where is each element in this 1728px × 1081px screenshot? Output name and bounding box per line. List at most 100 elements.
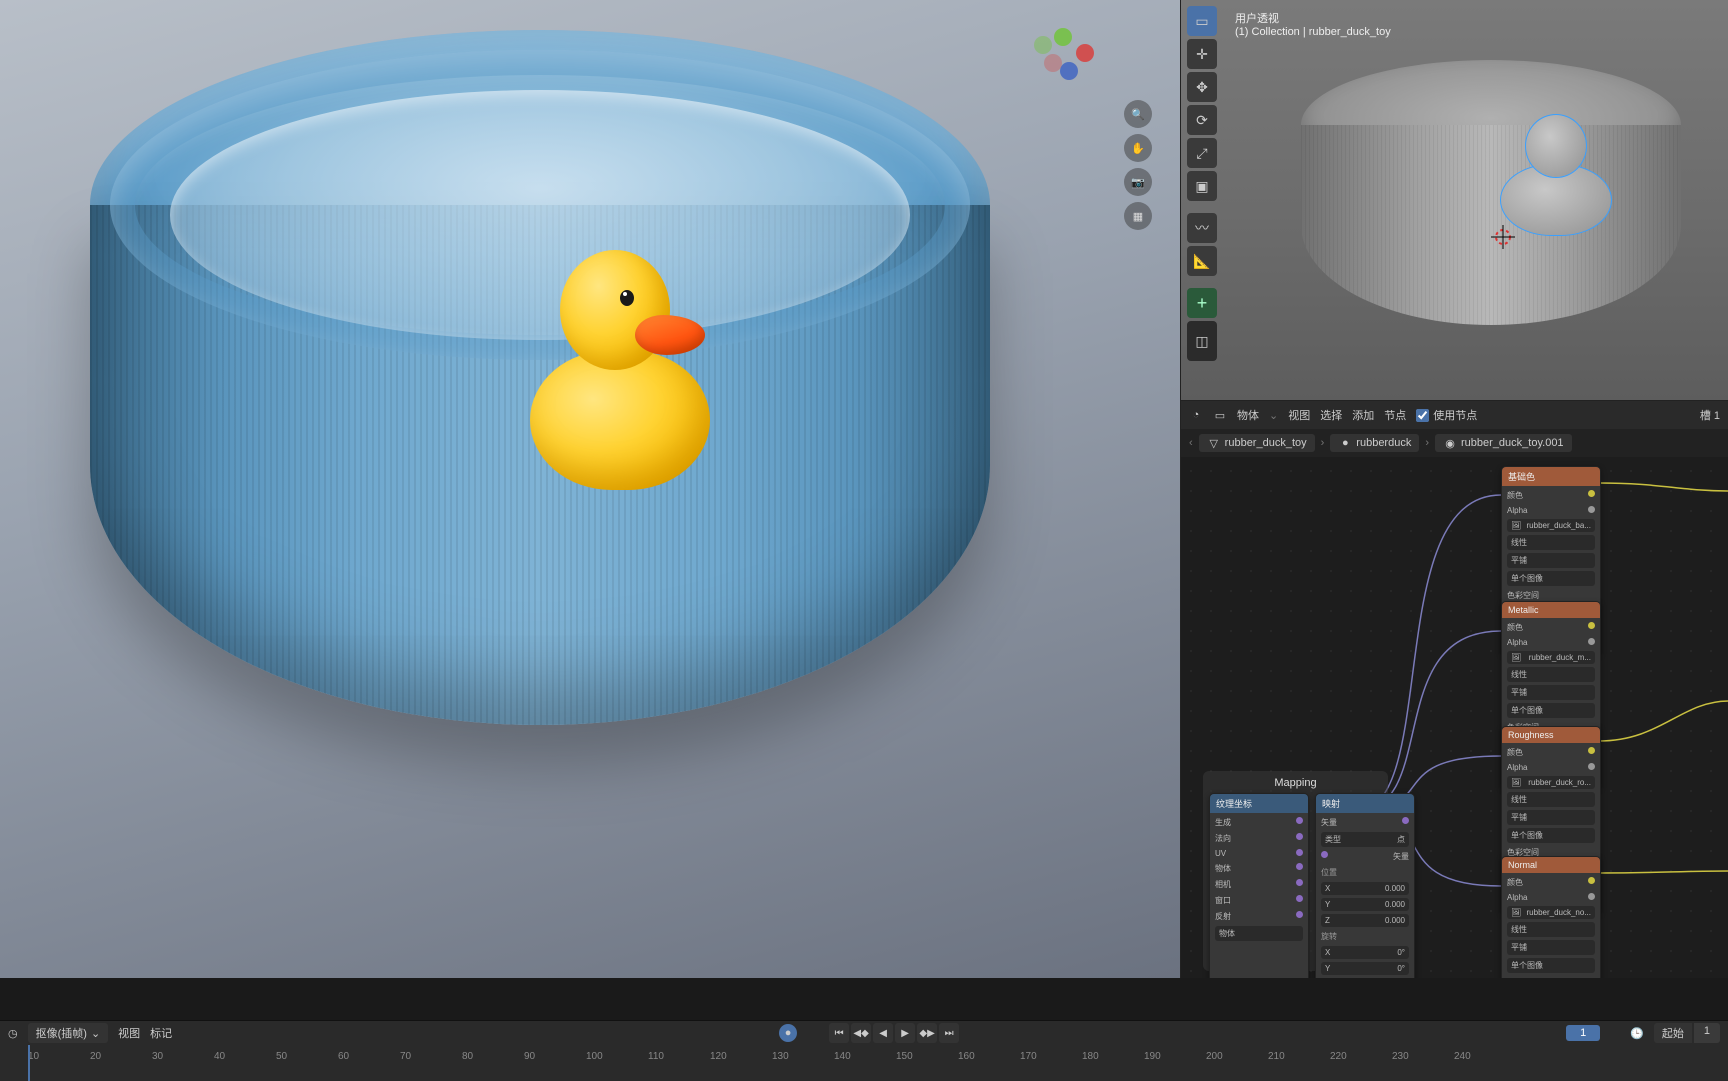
selected-duck-mesh — [1501, 110, 1611, 230]
axis-neg-x-icon[interactable] — [1044, 54, 1062, 72]
texture-coordinate-node[interactable]: 纹理坐标 生成 法向 UV 物体 相机 窗口 反射 物体 — [1209, 793, 1309, 978]
viewport-cube-icon[interactable]: ◫ — [1187, 321, 1217, 361]
secondary-viewport[interactable]: ▭ ✛ ✥ ⟳ ⤢ ▣ 〰 📐 + ◫ 用户透视 (1) Collection … — [1180, 0, 1728, 400]
node-editor-type-icon[interactable]: ◔ — [1189, 408, 1203, 422]
axis-x-icon[interactable] — [1076, 44, 1094, 62]
start-frame-field[interactable]: 起始 1 — [1654, 1023, 1720, 1043]
timeline-tick: 120 — [710, 1051, 772, 1081]
timeline-tick: 220 — [1330, 1051, 1392, 1081]
timeline-tick: 160 — [958, 1051, 1020, 1081]
timeline-tick: 10 — [28, 1051, 90, 1081]
timeline-tick: 180 — [1082, 1051, 1144, 1081]
frame-label: Mapping — [1209, 777, 1382, 793]
normal-texture-node[interactable]: Normal 颜色 Alpha 🖼rubber_duck_no... 线性 平铺… — [1501, 856, 1601, 978]
playhead[interactable] — [28, 1045, 30, 1081]
axis-z-icon[interactable] — [1060, 62, 1078, 80]
keyframe-prev-icon[interactable]: ◀◆ — [851, 1023, 871, 1043]
timeline-tick: 170 — [1020, 1051, 1082, 1081]
select-menu[interactable]: 选择 — [1320, 407, 1342, 423]
axis-y-icon[interactable] — [1054, 28, 1072, 46]
breadcrumb-object[interactable]: ▽rubber_duck_toy — [1199, 434, 1315, 452]
material-icon: ● — [1338, 436, 1352, 450]
shader-node-editor[interactable]: ◔ ▭ 物体 ⌄ 视图 选择 添加 节点 使用节点 槽 1 ‹ ▽rubber_… — [1180, 400, 1728, 978]
add-menu[interactable]: 添加 — [1352, 407, 1374, 423]
timeline-tick: 150 — [896, 1051, 958, 1081]
viewport-header: 用户透视 (1) Collection | rubber_duck_toy — [1227, 4, 1399, 44]
timeline-tick: 140 — [834, 1051, 896, 1081]
timeline-tick: 90 — [524, 1051, 586, 1081]
scene-bottlecap — [90, 30, 990, 850]
timeline-tick: 200 — [1206, 1051, 1268, 1081]
orientation-gizmo[interactable] — [1028, 24, 1098, 94]
perspective-toggle-icon[interactable]: ▦ — [1124, 202, 1152, 230]
timeline-tick: 40 — [214, 1051, 276, 1081]
viewport-title: 用户透视 — [1235, 10, 1391, 26]
use-nodes-checkbox[interactable]: 使用节点 — [1416, 407, 1477, 423]
timeline-editor-icon[interactable]: ◷ — [8, 1027, 18, 1040]
slot-label[interactable]: 槽 1 — [1700, 407, 1720, 423]
timeline-ruler[interactable]: 1020304050607080901001101201301401501601… — [0, 1045, 1728, 1081]
node-menu[interactable]: 节点 — [1384, 407, 1406, 423]
nodegroup-icon: ◉ — [1443, 436, 1457, 450]
playback-dropdown[interactable]: 抠像(插帧)⌄ — [28, 1023, 109, 1043]
current-frame-field[interactable]: 1 — [1566, 1025, 1600, 1041]
rubber-duck — [520, 230, 720, 490]
playback-controls: ⏮ ◀◆ ◀ ▶ ◆▶ ⏭ — [829, 1023, 959, 1043]
annotate-tool-icon[interactable]: 〰 — [1187, 213, 1217, 243]
scale-tool-icon[interactable]: ⤢ — [1187, 138, 1217, 168]
timeline-tick: 50 — [276, 1051, 338, 1081]
timeline-tick: 80 — [462, 1051, 524, 1081]
pan-hand-icon[interactable]: ✋ — [1124, 134, 1152, 162]
keyframe-next-icon[interactable]: ◆▶ — [917, 1023, 937, 1043]
view-menu[interactable]: 视图 — [1288, 407, 1310, 423]
timeline-marker-menu[interactable]: 标记 — [150, 1025, 172, 1041]
timeline-tick: 130 — [772, 1051, 834, 1081]
axis-neg-y-icon[interactable] — [1034, 36, 1052, 54]
cursor-tool-icon[interactable]: ✛ — [1187, 39, 1217, 69]
timeline-tick: 110 — [648, 1051, 710, 1081]
mapping-node[interactable]: 映射 矢量 类型点 矢量 位置 X0.000 Y0.000 Z0.000 旋转 … — [1315, 793, 1415, 978]
autokey-toggle-icon[interactable]: ● — [779, 1024, 797, 1042]
viewport-toolbar: ▭ ✛ ✥ ⟳ ⤢ ▣ 〰 📐 + ◫ — [1187, 6, 1217, 361]
mesh-preview — [1301, 60, 1681, 300]
rendered-viewport[interactable]: 🔍 ✋ 📷 ▦ — [0, 0, 1180, 978]
timeline-tick: 70 — [400, 1051, 462, 1081]
play-icon[interactable]: ▶ — [895, 1023, 915, 1043]
timeline-tick: 230 — [1392, 1051, 1454, 1081]
duck-eye — [620, 290, 634, 306]
timeline-view-menu[interactable]: 视图 — [118, 1025, 140, 1041]
node-breadcrumb: ‹ ▽rubber_duck_toy › ●rubberduck › ◉rubb… — [1181, 429, 1728, 457]
move-tool-icon[interactable]: ✥ — [1187, 72, 1217, 102]
play-reverse-icon[interactable]: ◀ — [873, 1023, 893, 1043]
camera-view-icon[interactable]: 📷 — [1124, 168, 1152, 196]
timeline[interactable]: ◷ 抠像(插帧)⌄ 视图 标记 ● ⏮ ◀◆ ◀ ▶ ◆▶ ⏭ 1 🕒 起始 1… — [0, 1020, 1728, 1080]
mapping-frame[interactable]: Mapping 纹理坐标 生成 法向 UV 物体 相机 窗口 反射 物体 映射 … — [1203, 771, 1388, 971]
add-tool-icon[interactable]: + — [1187, 288, 1217, 318]
measure-tool-icon[interactable]: 📐 — [1187, 246, 1217, 276]
viewport-controls: 🔍 ✋ 📷 ▦ — [1124, 100, 1152, 230]
breadcrumb-material[interactable]: ●rubberduck — [1330, 434, 1419, 452]
duck-body — [530, 350, 710, 490]
shader-type-icon[interactable]: ▭ — [1213, 408, 1227, 422]
node-editor-header: ◔ ▭ 物体 ⌄ 视图 选择 添加 节点 使用节点 槽 1 — [1181, 401, 1728, 429]
breadcrumb-nodegroup[interactable]: ◉rubber_duck_toy.001 — [1435, 434, 1572, 452]
timeline-tick: 20 — [90, 1051, 152, 1081]
timeline-tick: 100 — [586, 1051, 648, 1081]
object-mode-dropdown[interactable]: 物体 — [1237, 407, 1259, 423]
jump-end-icon[interactable]: ⏭ — [939, 1023, 959, 1043]
cursor-3d-icon — [1491, 225, 1515, 249]
timeline-tick: 60 — [338, 1051, 400, 1081]
timeline-tick: 30 — [152, 1051, 214, 1081]
timeline-header: ◷ 抠像(插帧)⌄ 视图 标记 ● ⏮ ◀◆ ◀ ▶ ◆▶ ⏭ 1 🕒 起始 1 — [0, 1021, 1728, 1045]
clock-icon: 🕒 — [1630, 1027, 1644, 1040]
zoom-icon[interactable]: 🔍 — [1124, 100, 1152, 128]
jump-start-icon[interactable]: ⏮ — [829, 1023, 849, 1043]
transform-tool-icon[interactable]: ▣ — [1187, 171, 1217, 201]
duck-beak — [635, 315, 705, 355]
timeline-tick: 210 — [1268, 1051, 1330, 1081]
timeline-tick: 240 — [1454, 1051, 1516, 1081]
rotate-tool-icon[interactable]: ⟳ — [1187, 105, 1217, 135]
select-box-tool-icon[interactable]: ▭ — [1187, 6, 1217, 36]
timeline-tick: 190 — [1144, 1051, 1206, 1081]
viewport-collection-path: (1) Collection | rubber_duck_toy — [1235, 26, 1391, 38]
